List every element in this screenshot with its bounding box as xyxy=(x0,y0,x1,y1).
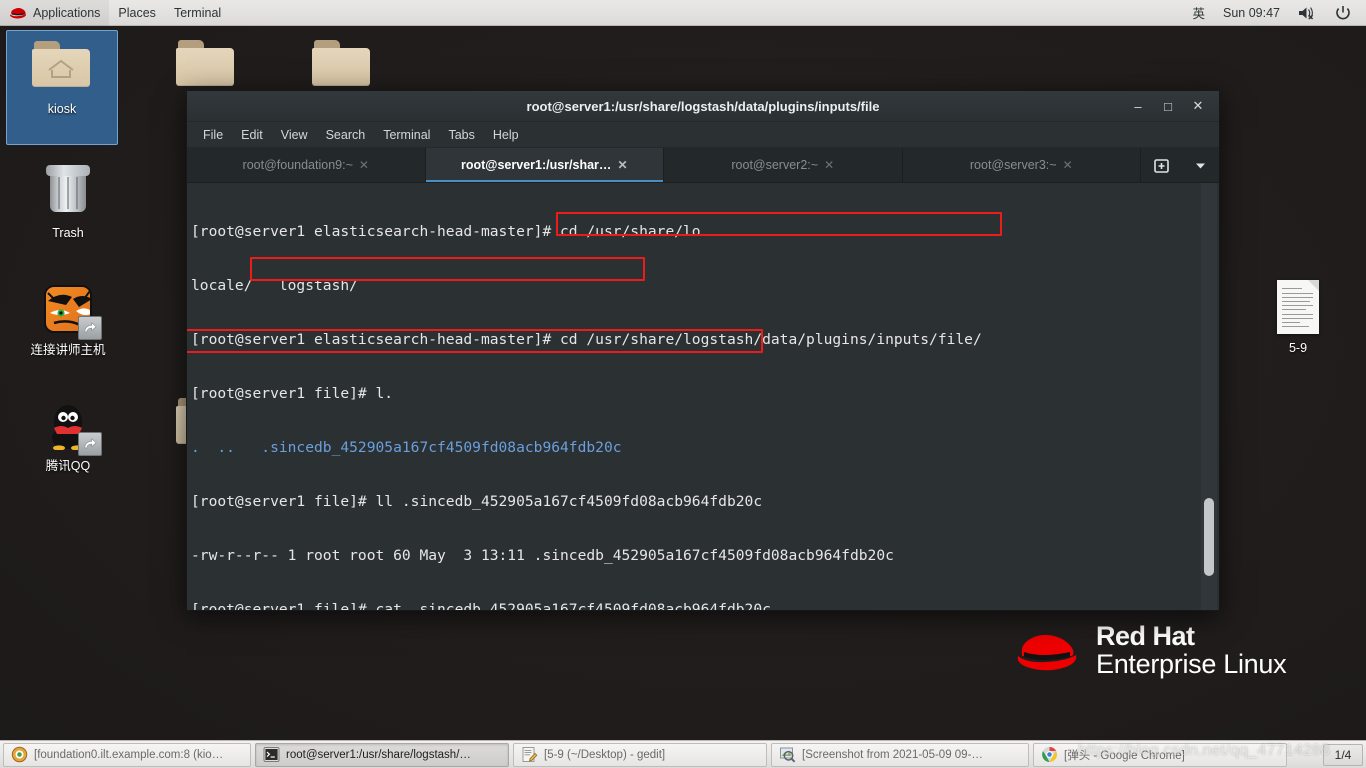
terminal-output-area[interactable]: [root@server1 elasticsearch-head-master]… xyxy=(187,183,1219,610)
clock[interactable]: Sun 09:47 xyxy=(1214,0,1289,26)
tab-close-icon[interactable]: ✕ xyxy=(359,158,369,172)
menu-tabs[interactable]: Tabs xyxy=(440,125,482,145)
places-label: Places xyxy=(118,5,156,20)
desktop-icon-label: 连接讲师主机 xyxy=(30,343,106,357)
taskbar-item-label: root@server1:/usr/share/logstash/… xyxy=(286,748,471,761)
desktop-icon-trash[interactable]: Trash xyxy=(12,155,124,241)
terminal-line: locale/ logstash/ xyxy=(191,277,358,294)
menu-help[interactable]: Help xyxy=(485,125,527,145)
minimize-button[interactable]: – xyxy=(1123,93,1153,119)
desktop-icon-label: kiosk xyxy=(47,102,77,116)
qq-shortcut-icon xyxy=(36,396,102,456)
tiger-shortcut-icon xyxy=(36,280,102,340)
terminal-line: [root@server1 file]# ll .sincedb_452905a… xyxy=(191,493,763,510)
menu-file[interactable]: File xyxy=(195,125,231,145)
terminal-line: [root@server1 elasticsearch-head-master]… xyxy=(191,331,982,348)
desktop-icon-label: 腾讯QQ xyxy=(45,459,91,473)
tab-close-icon[interactable]: ✕ xyxy=(824,158,834,172)
desktop: kiosk Trash 连接讲师主机 腾讯QQ 5-9 Red Hat Ente… xyxy=(0,0,1366,768)
shortcut-arrow-icon xyxy=(78,432,102,456)
terminal-window[interactable]: root@server1:/usr/share/logstash/data/pl… xyxy=(186,90,1220,611)
text-document-icon xyxy=(1266,278,1330,336)
tab-label: root@server3:~ xyxy=(969,158,1057,172)
desktop-icon-label: 5-9 xyxy=(1288,341,1308,355)
home-glyph-icon xyxy=(48,59,74,78)
terminal-icon xyxy=(263,747,280,762)
desktop-icon-kiosk[interactable]: kiosk xyxy=(6,30,118,145)
vnc-viewer-icon xyxy=(11,746,28,763)
terminal-menubar[interactable]: File Edit View Search Terminal Tabs Help xyxy=(187,122,1219,148)
terminal-tab-server1[interactable]: root@server1:/usr/shar… ✕ xyxy=(425,148,664,182)
terminal-titlebar[interactable]: root@server1:/usr/share/logstash/data/pl… xyxy=(187,91,1219,122)
terminal-menu[interactable]: Terminal xyxy=(165,0,230,26)
terminal-window-title: root@server1:/usr/share/logstash/data/pl… xyxy=(526,98,880,114)
trash-icon xyxy=(36,163,100,221)
desktop-icon-connect-instructor-host[interactable]: 连接讲师主机 xyxy=(12,272,124,358)
input-method-indicator[interactable]: 英 xyxy=(1183,0,1214,26)
applications-label: Applications xyxy=(33,5,101,20)
chrome-icon xyxy=(1042,747,1057,762)
tab-close-icon[interactable]: ✕ xyxy=(1063,158,1073,172)
power-icon[interactable] xyxy=(1326,0,1360,26)
volume-muted-icon[interactable] xyxy=(1289,0,1326,26)
chevron-down-icon[interactable] xyxy=(1194,159,1207,172)
desktop-folder-back-2[interactable] xyxy=(286,30,398,96)
terminal-tab-foundation9[interactable]: root@foundation9:~ ✕ xyxy=(187,148,426,182)
folder-home-icon xyxy=(30,39,94,97)
desktop-icon-tencent-qq[interactable]: 腾讯QQ xyxy=(12,388,124,474)
gedit-icon xyxy=(522,747,538,762)
terminal-scrollbar-thumb[interactable] xyxy=(1204,498,1214,576)
tab-close-icon[interactable]: ✕ xyxy=(617,158,627,172)
tab-label: root@foundation9:~ xyxy=(242,158,353,172)
terminal-line: [root@server1 elasticsearch-head-master]… xyxy=(191,223,701,240)
applications-menu[interactable]: Applications xyxy=(0,0,110,26)
places-menu[interactable]: Places xyxy=(109,0,165,26)
shortcut-arrow-icon xyxy=(78,316,102,340)
redhat-fedora-logo-icon xyxy=(1017,634,1077,671)
terminal-tab-bar[interactable]: root@foundation9:~ ✕ root@server1:/usr/s… xyxy=(187,148,1219,183)
taskbar-item-vnc-viewer[interactable]: [foundation0.ilt.example.com:8 (kio… xyxy=(3,742,251,767)
menu-edit[interactable]: Edit xyxy=(233,125,271,145)
terminal-line: [root@server1 file]# cat .sincedb_452905… xyxy=(191,601,771,610)
tab-label: root@server2:~ xyxy=(731,158,819,172)
redhat-logo-icon xyxy=(10,7,27,19)
taskbar-item-google-chrome[interactable]: [弹头 - Google Chrome] xyxy=(1033,742,1287,767)
workspace-indicator[interactable]: 1/4 xyxy=(1323,743,1363,766)
taskbar-item-label: [Screenshot from 2021-05-09 09-… xyxy=(802,748,983,761)
taskbar-item-gedit[interactable]: [5-9 (~/Desktop) - gedit] xyxy=(513,742,767,767)
close-button[interactable]: ✕ xyxy=(1183,93,1213,119)
brand-line-1: Red Hat xyxy=(1096,621,1195,651)
taskbar-item-terminal[interactable]: root@server1:/usr/share/logstash/… xyxy=(255,742,509,767)
terminal-tab-server2[interactable]: root@server2:~ ✕ xyxy=(664,148,903,182)
terminal-line: [root@server1 file]# l. xyxy=(191,385,394,402)
desktop-icon-5-9-document[interactable]: 5-9 xyxy=(1242,270,1354,356)
folder-icon xyxy=(174,38,238,96)
tab-label: root@server1:/usr/shar… xyxy=(460,158,612,172)
image-viewer-icon xyxy=(780,747,796,763)
menu-search[interactable]: Search xyxy=(318,125,374,145)
new-tab-icon[interactable] xyxy=(1153,157,1170,174)
desktop-folder-back-1[interactable] xyxy=(150,30,262,96)
terminal-scrollbar[interactable] xyxy=(1201,183,1217,610)
maximize-button[interactable]: □ xyxy=(1153,93,1183,119)
desktop-icon-label: Trash xyxy=(52,226,84,240)
folder-icon xyxy=(310,38,374,96)
terminal-tab-server3[interactable]: root@server3:~ ✕ xyxy=(903,148,1141,182)
taskbar[interactable]: [foundation0.ilt.example.com:8 (kio… roo… xyxy=(0,740,1366,768)
taskbar-item-label: [5-9 (~/Desktop) - gedit] xyxy=(544,748,666,761)
terminal-menu-label: Terminal xyxy=(173,5,222,20)
menu-terminal[interactable]: Terminal xyxy=(375,125,438,145)
brand-line-2: Enterprise Linux xyxy=(1096,649,1287,680)
terminal-line: -rw-r--r-- 1 root root 60 May 3 13:11 .s… xyxy=(191,547,894,564)
menu-view[interactable]: View xyxy=(273,125,316,145)
taskbar-item-label: [弹头 - Google Chrome] xyxy=(1064,749,1185,762)
terminal-text: [root@server1 elasticsearch-head-master]… xyxy=(191,187,1193,610)
taskbar-item-screenshot-viewer[interactable]: [Screenshot from 2021-05-09 09-… xyxy=(771,742,1029,767)
redhat-enterprise-linux-branding: Red Hat Enterprise Linux xyxy=(1012,621,1287,680)
terminal-line: . .. .sincedb_452905a167cf4509fd08acb964… xyxy=(191,439,622,456)
top-panel[interactable]: Applications Places Terminal 英 Sun 09:47 xyxy=(0,0,1366,26)
taskbar-item-label: [foundation0.ilt.example.com:8 (kio… xyxy=(34,748,224,761)
